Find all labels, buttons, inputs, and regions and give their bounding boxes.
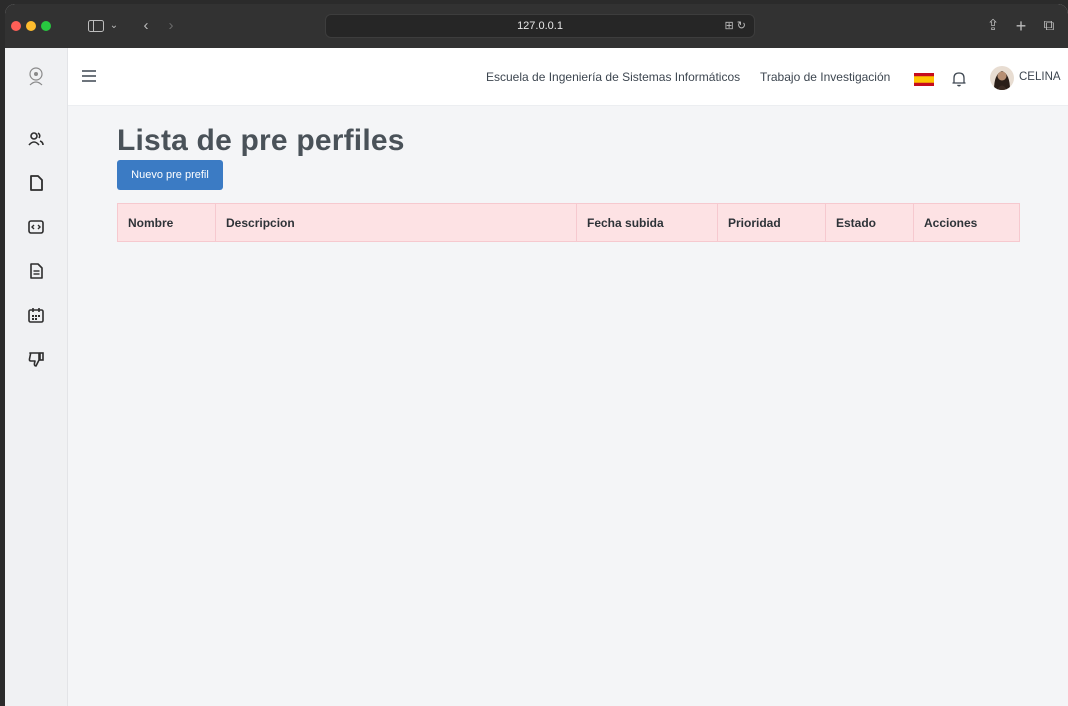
chevron-down-icon[interactable]: ⌄ [108,13,120,39]
document-icon[interactable] [27,174,45,192]
column-header-descripcion[interactable]: Descripcion [215,203,577,242]
minimize-window-button[interactable] [26,21,36,31]
pre-profiles-table: Nombre Descripcion Fecha subida Priorida… [117,203,1020,242]
browser-window: ⌄ ‹ › 127.0.0.1 ⊞ ↻ ⇪ + ⧉ Escuela de Ing… [5,4,1068,706]
address-bar[interactable]: 127.0.0.1 ⊞ ↻ [325,14,755,38]
column-header-estado[interactable]: Estado [825,203,914,242]
bell-icon[interactable] [952,71,966,87]
username[interactable]: CELINA [1019,71,1061,83]
url-text: 127.0.0.1 [517,20,563,32]
browser-toolbar: ⌄ ‹ › 127.0.0.1 ⊞ ↻ ⇪ + ⧉ [5,4,1068,48]
thumbs-down-icon[interactable] [27,350,45,368]
forward-icon[interactable]: › [163,13,179,39]
column-header-fecha-subida[interactable]: Fecha subida [576,203,718,242]
calendar-icon[interactable] [27,306,45,324]
top-navbar: Escuela de Ingeniería de Sistemas Inform… [68,48,1068,106]
back-icon[interactable]: ‹ [138,13,154,39]
table-header-row: Nombre Descripcion Fecha subida Priorida… [117,203,1020,242]
nav-link-escuela[interactable]: Escuela de Ingeniería de Sistemas Inform… [486,70,740,84]
new-pre-profile-button[interactable]: Nuevo pre prefil [117,160,223,190]
close-window-button[interactable] [11,21,21,31]
file-text-icon[interactable] [27,262,45,280]
sidebar-toggle-icon[interactable] [85,13,107,39]
code-icon[interactable] [27,218,45,236]
nav-link-trabajo[interactable]: Trabajo de Investigación [760,70,890,84]
column-header-nombre[interactable]: Nombre [117,203,216,242]
spain-flag-icon[interactable] [914,73,934,86]
avatar[interactable] [990,66,1014,90]
column-header-prioridad[interactable]: Prioridad [717,203,826,242]
share-icon[interactable]: ⇪ [985,13,1001,39]
new-tab-icon[interactable]: + [1013,13,1029,39]
page-title: Lista de pre perfiles [117,124,405,157]
sidebar [5,48,68,706]
hamburger-menu-icon[interactable] [82,70,96,82]
users-icon[interactable] [27,130,45,148]
maximize-window-button[interactable] [41,21,51,31]
logo-icon [29,67,43,86]
translate-reload-icons[interactable]: ⊞ ↻ [725,15,747,37]
column-header-acciones[interactable]: Acciones [913,203,1020,242]
tab-overview-icon[interactable]: ⧉ [1041,13,1057,39]
